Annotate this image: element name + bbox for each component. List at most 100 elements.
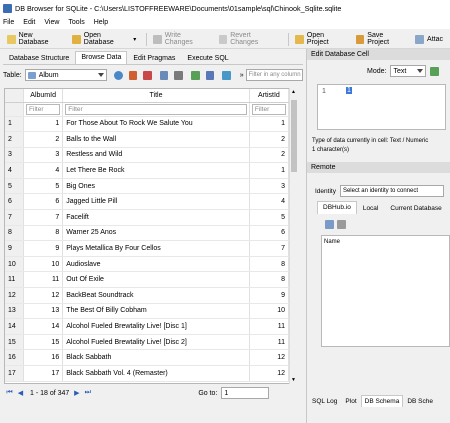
table-row[interactable]: 11 11 Out Of Exile 8 bbox=[5, 271, 289, 289]
tab-database-structure[interactable]: Database Structure bbox=[3, 52, 75, 64]
attach-database-button[interactable]: Attac bbox=[412, 32, 446, 47]
column-header-artistid[interactable]: ArtistId bbox=[249, 89, 289, 103]
cell-artistid[interactable]: 12 bbox=[249, 365, 289, 382]
open-database-button[interactable]: Open Database ▾ bbox=[69, 32, 139, 47]
cell-artistid[interactable]: 7 bbox=[249, 240, 289, 257]
goto-input[interactable]: 1 bbox=[221, 387, 270, 399]
cell-title[interactable]: Plays Metallica By Four Cellos bbox=[62, 240, 250, 257]
corner-header[interactable] bbox=[5, 89, 25, 103]
table-row[interactable]: 15 15 Alcohol Fueled Brewtality Live! [Dis… bbox=[5, 334, 289, 351]
tab-sql-log[interactable]: SQL Log bbox=[308, 395, 341, 407]
cell-albumid[interactable]: 8 bbox=[23, 225, 64, 242]
cell-artistid[interactable]: 2 bbox=[249, 147, 289, 164]
cell-albumid[interactable]: 4 bbox=[23, 162, 64, 179]
cell-artistid[interactable]: 6 bbox=[249, 225, 289, 242]
tab-execute-sql[interactable]: Execute SQL bbox=[181, 52, 234, 64]
previous-record-icon[interactable]: ◀ bbox=[16, 389, 25, 398]
cell-artistid[interactable]: 1 bbox=[249, 116, 289, 133]
cell-artistid[interactable]: 12 bbox=[249, 349, 289, 366]
table-row[interactable]: 2 2 Balls to the Wall 2 bbox=[5, 131, 289, 148]
save-project-button[interactable]: Save Project bbox=[353, 32, 408, 47]
cell-title[interactable]: Warner 25 Anos bbox=[62, 225, 250, 242]
cell-title[interactable]: Big Ones bbox=[62, 178, 250, 195]
remote-list[interactable]: Name bbox=[321, 235, 450, 347]
global-filter-input[interactable]: Filter in any column bbox=[245, 69, 304, 81]
scroll-down-icon[interactable]: ▼ bbox=[291, 377, 296, 383]
cell-albumid[interactable]: 1 bbox=[23, 116, 64, 133]
next-record-icon[interactable]: ▶ bbox=[72, 389, 81, 398]
table-row[interactable]: 12 12 BackBeat Soundtrack 9 bbox=[5, 287, 289, 304]
table-row[interactable]: 6 6 Jagged Little Pill 4 bbox=[5, 193, 289, 211]
tab-db-schema-2[interactable]: DB Sche bbox=[403, 395, 437, 407]
new-database-button[interactable]: New Database bbox=[4, 32, 65, 47]
grid-vertical-scrollbar[interactable]: ▲ ▼ bbox=[289, 88, 298, 384]
auto-switch-icon[interactable] bbox=[430, 66, 440, 76]
cell-title[interactable]: Let There Be Rock bbox=[62, 162, 250, 179]
refresh-remote-icon[interactable] bbox=[337, 220, 346, 229]
menu-tools[interactable]: Tools bbox=[68, 19, 84, 26]
cell-albumid[interactable]: 9 bbox=[23, 240, 64, 257]
tab-browse-data[interactable]: Browse Data bbox=[75, 51, 128, 64]
data-grid[interactable]: AlbumId Title ArtistId Filter Filter Fil… bbox=[4, 88, 290, 384]
row-number[interactable]: 5 bbox=[5, 178, 25, 195]
cell-title[interactable]: Out Of Exile bbox=[62, 271, 250, 289]
table-row[interactable]: 17 17 Black Sabbath Vol. 4 (Remaster) 12 bbox=[5, 365, 289, 382]
cell-title[interactable]: Restless and Wild bbox=[62, 147, 250, 164]
cell-artistid[interactable]: 10 bbox=[249, 303, 289, 320]
cell-albumid[interactable]: 10 bbox=[23, 256, 64, 273]
scroll-up-icon[interactable]: ▲ bbox=[291, 89, 296, 95]
cell-albumid[interactable]: 11 bbox=[23, 271, 64, 289]
cell-albumid[interactable]: 16 bbox=[23, 349, 64, 366]
table-row[interactable]: 3 3 Restless and Wild 2 bbox=[5, 147, 289, 164]
cell-editor[interactable]: 1 1 bbox=[317, 84, 446, 130]
clone-icon[interactable] bbox=[325, 220, 334, 229]
row-number[interactable]: 6 bbox=[5, 193, 25, 211]
cell-title[interactable]: BackBeat Soundtrack bbox=[62, 287, 250, 304]
menu-file[interactable]: File bbox=[3, 19, 14, 26]
tab-local[interactable]: Local bbox=[357, 202, 385, 214]
cell-albumid[interactable]: 3 bbox=[23, 147, 64, 164]
first-record-icon[interactable]: ⏮ bbox=[5, 389, 14, 398]
scroll-thumb[interactable] bbox=[291, 100, 297, 172]
cell-albumid[interactable]: 17 bbox=[23, 365, 64, 382]
row-number[interactable]: 13 bbox=[5, 303, 25, 320]
open-project-button[interactable]: Open Project bbox=[292, 32, 348, 47]
row-number[interactable]: 15 bbox=[5, 334, 25, 351]
cell-title[interactable]: Audioslave bbox=[62, 256, 250, 273]
cell-artistid[interactable]: 11 bbox=[249, 334, 289, 351]
table-select[interactable]: Album bbox=[24, 69, 107, 81]
cell-albumid[interactable]: 13 bbox=[23, 303, 64, 320]
cell-title[interactable]: Jagged Little Pill bbox=[62, 193, 250, 211]
tab-plot[interactable]: Plot bbox=[341, 395, 360, 407]
table-row[interactable]: 7 7 Facelift 5 bbox=[5, 209, 289, 226]
row-number[interactable]: 3 bbox=[5, 147, 25, 164]
clear-filter-icon[interactable] bbox=[143, 70, 152, 80]
cell-artistid[interactable]: 8 bbox=[249, 271, 289, 289]
cell-albumid[interactable]: 12 bbox=[23, 287, 64, 304]
cell-title[interactable]: Facelift bbox=[62, 209, 250, 226]
column-header-title[interactable]: Title bbox=[62, 89, 250, 103]
table-row[interactable]: 1 1 For Those About To Rock We Salute You 1 bbox=[5, 116, 289, 133]
row-number[interactable]: 14 bbox=[5, 318, 25, 335]
row-number[interactable]: 10 bbox=[5, 256, 25, 273]
tab-current-database[interactable]: Current Database bbox=[384, 202, 447, 214]
save-filter-icon[interactable] bbox=[159, 70, 169, 80]
tab-edit-pragmas[interactable]: Edit Pragmas bbox=[127, 52, 181, 64]
cell-artistid[interactable]: 1 bbox=[249, 162, 289, 179]
row-number[interactable]: 11 bbox=[5, 271, 25, 289]
row-number[interactable]: 9 bbox=[5, 240, 25, 257]
cell-title[interactable]: Balls to the Wall bbox=[62, 131, 250, 148]
row-number[interactable]: 4 bbox=[5, 162, 25, 179]
cell-artistid[interactable]: 8 bbox=[249, 256, 289, 273]
cell-artistid[interactable]: 3 bbox=[249, 178, 289, 195]
write-changes-button[interactable]: Write Changes bbox=[150, 32, 211, 47]
tab-db-schema[interactable]: DB Schema bbox=[360, 395, 404, 407]
cell-title[interactable]: For Those About To Rock We Salute You bbox=[62, 116, 250, 133]
filter-input-title[interactable]: Filter bbox=[65, 103, 247, 115]
table-row[interactable]: 10 10 Audioslave 8 bbox=[5, 256, 289, 273]
row-number[interactable]: 16 bbox=[5, 349, 25, 366]
table-row[interactable]: 5 5 Big Ones 3 bbox=[5, 178, 289, 195]
cell-albumid[interactable]: 5 bbox=[23, 178, 64, 195]
table-row[interactable]: 13 13 The Best Of Billy Cobham 10 bbox=[5, 303, 289, 320]
tab-dbhub[interactable]: DBHub.io bbox=[317, 201, 357, 214]
